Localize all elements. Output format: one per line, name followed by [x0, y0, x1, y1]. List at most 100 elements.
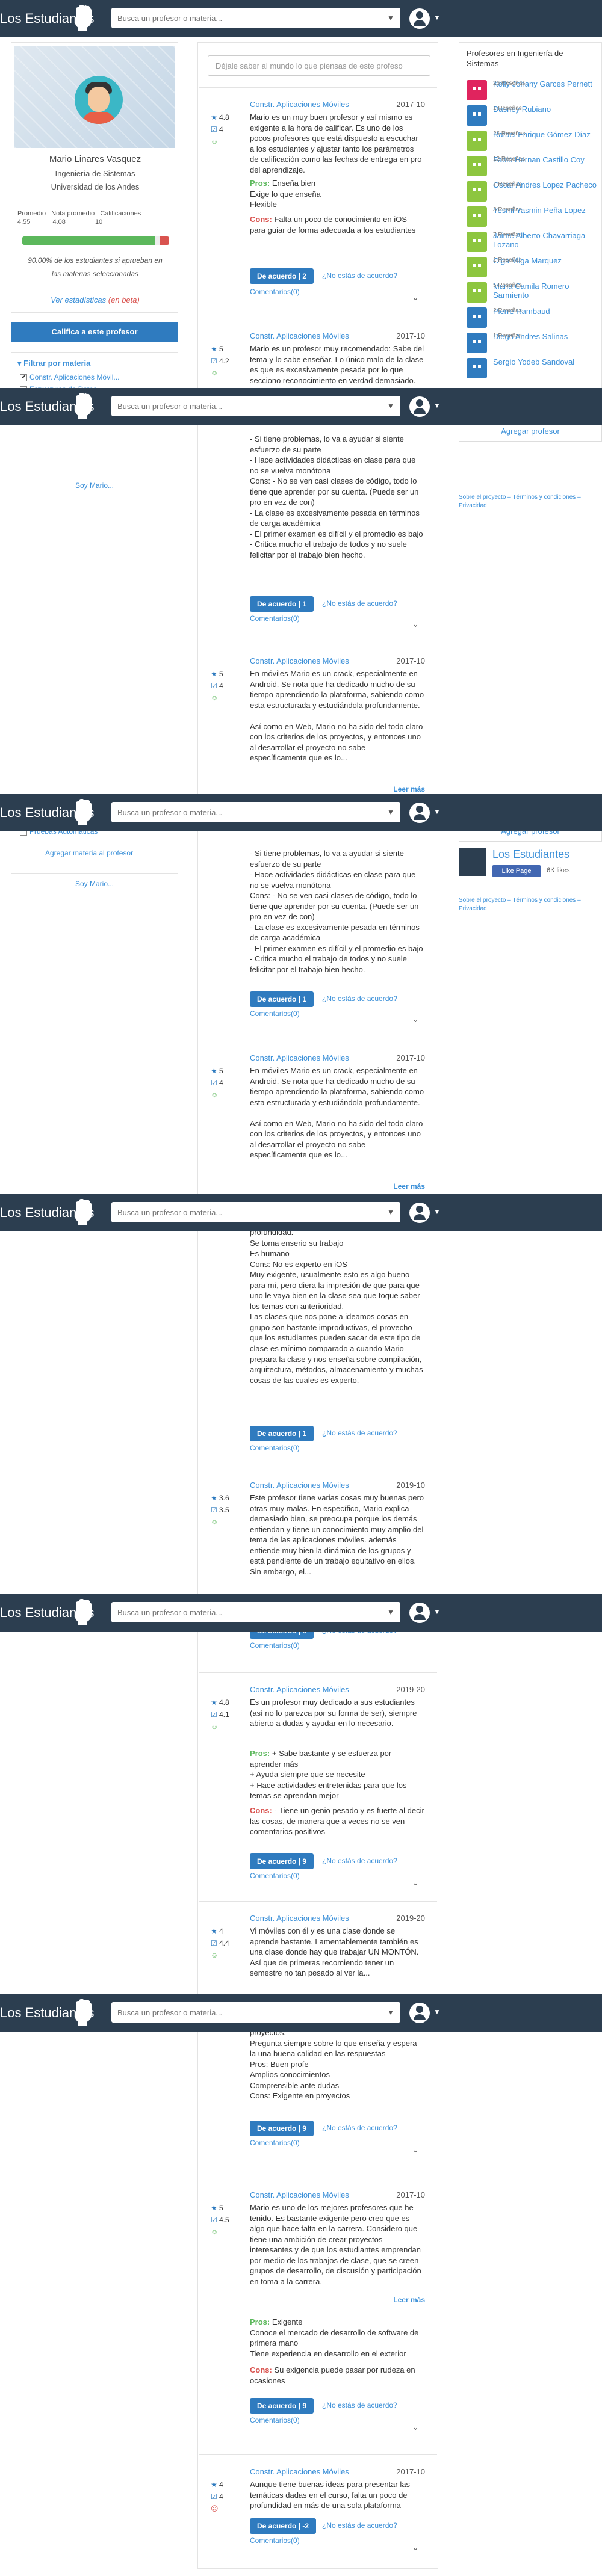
filter-option[interactable]: Constr. Aplicaciones Móvil...: [29, 373, 119, 381]
disagree-link[interactable]: ¿No estás de acuerdo?: [322, 1857, 397, 1865]
search-input[interactable]: [111, 1202, 376, 1222]
chevron-down-icon[interactable]: ⌄: [412, 2145, 419, 2155]
professor-university: Universidad de los Andes: [51, 182, 140, 191]
review-course[interactable]: Constr. Aplicaciones Móviles: [250, 2467, 349, 2476]
professor-face-icon: [467, 232, 487, 252]
user-avatar-icon[interactable]: [409, 2003, 430, 2023]
footer-links[interactable]: Sobre el proyecto – Términos y condicion…: [459, 493, 591, 510]
user-avatar-icon[interactable]: [409, 803, 430, 823]
search-dropdown-icon[interactable]: ▼: [387, 808, 394, 816]
sidebar-professor-reviews: 1 Reseñas: [493, 333, 522, 339]
review-course[interactable]: Constr. Aplicaciones Móviles: [250, 1914, 349, 1923]
star-icon: ★: [211, 670, 217, 678]
search-dropdown-icon[interactable]: ▼: [387, 14, 394, 22]
search-input[interactable]: [111, 1602, 376, 1622]
disagree-link[interactable]: ¿No estás de acuerdo?: [322, 2124, 397, 2132]
chevron-down-icon[interactable]: ⌄: [412, 619, 419, 629]
review-course[interactable]: Constr. Aplicaciones Móviles: [250, 656, 349, 665]
review-course[interactable]: Constr. Aplicaciones Móviles: [250, 1053, 349, 1062]
rate-professor-button[interactable]: Califica a este profesor: [11, 322, 178, 342]
review-course[interactable]: Constr. Aplicaciones Móviles: [250, 2190, 349, 2199]
agree-button[interactable]: De acuerdo | 9: [250, 2121, 314, 2136]
agree-button[interactable]: De acuerdo | 2: [250, 268, 314, 284]
user-menu-caret-icon[interactable]: ▼: [433, 807, 441, 816]
chevron-down-icon[interactable]: ⌄: [412, 2542, 419, 2553]
disagree-link[interactable]: ¿No estás de acuerdo?: [322, 2521, 397, 2530]
comments-link[interactable]: Comentarios(0): [250, 2139, 300, 2147]
agree-button[interactable]: De acuerdo | -2: [250, 2518, 317, 2534]
comments-link[interactable]: Comentarios(0): [250, 2536, 300, 2545]
comments-link[interactable]: Comentarios(0): [250, 288, 300, 296]
search-box[interactable]: ▼: [111, 802, 400, 822]
filter-checkbox[interactable]: [20, 373, 27, 381]
disagree-link[interactable]: ¿No estás de acuerdo?: [322, 599, 397, 608]
user-avatar-icon[interactable]: [409, 1603, 430, 1623]
sidebar-professor-name[interactable]: Sergio Yodeb Sandoval: [493, 357, 601, 367]
facebook-like-button[interactable]: Like Page: [492, 865, 541, 877]
post-input[interactable]: Déjale saber al mundo lo que piensas de …: [208, 55, 430, 76]
disagree-link[interactable]: ¿No estás de acuerdo?: [322, 2401, 397, 2409]
user-menu-caret-icon[interactable]: ▼: [433, 1607, 441, 1616]
about-link[interactable]: Soy Mario...: [11, 481, 178, 490]
top-navbar: Los Estudiantes▼▼: [0, 388, 602, 425]
search-box[interactable]: ▼: [111, 396, 400, 416]
chevron-down-icon[interactable]: ⌄: [412, 1014, 419, 1025]
facebook-page-name[interactable]: Los Estudiantes: [492, 848, 569, 861]
user-avatar-icon[interactable]: [409, 1203, 430, 1223]
read-more-link[interactable]: Leer más: [393, 785, 425, 793]
comments-link[interactable]: Comentarios(0): [250, 2416, 300, 2424]
comments-link[interactable]: Comentarios(0): [250, 1009, 300, 1018]
comments-link[interactable]: Comentarios(0): [250, 1444, 300, 1452]
agree-button[interactable]: De acuerdo | 9: [250, 2398, 314, 2414]
search-dropdown-icon[interactable]: ▼: [387, 1208, 394, 1216]
user-menu-caret-icon[interactable]: ▼: [433, 2007, 441, 2016]
chevron-down-icon[interactable]: ⌄: [412, 1878, 419, 1888]
user-avatar-icon[interactable]: [409, 396, 430, 417]
add-subject-link[interactable]: Agregar materia al profesor: [45, 849, 133, 857]
disagree-link[interactable]: ¿No estás de acuerdo?: [322, 1429, 397, 1437]
search-box[interactable]: ▼: [111, 8, 400, 28]
search-box[interactable]: ▼: [111, 1602, 400, 1622]
agree-button[interactable]: De acuerdo | 9: [250, 1853, 314, 1869]
search-input[interactable]: [111, 2002, 376, 2023]
fist-logo-icon[interactable]: [71, 1198, 95, 1227]
search-input[interactable]: [111, 396, 376, 416]
comments-link[interactable]: Comentarios(0): [250, 1872, 300, 1880]
review-course[interactable]: Constr. Aplicaciones Móviles: [250, 1481, 349, 1490]
user-menu-caret-icon[interactable]: ▼: [433, 401, 441, 410]
search-input[interactable]: [111, 802, 376, 822]
read-more-link[interactable]: Leer más: [393, 1182, 425, 1191]
fist-logo-icon[interactable]: [71, 798, 95, 827]
user-menu-caret-icon[interactable]: ▼: [433, 1207, 441, 1216]
chevron-down-icon[interactable]: ⌄: [412, 2422, 419, 2432]
agree-button[interactable]: De acuerdo | 1: [250, 1426, 314, 1441]
agree-button[interactable]: De acuerdo | 1: [250, 596, 314, 612]
disagree-link[interactable]: ¿No estás de acuerdo?: [322, 271, 397, 280]
about-link[interactable]: Soy Mario...: [11, 880, 178, 888]
read-more-link[interactable]: Leer más: [393, 2296, 425, 2304]
review-course[interactable]: Constr. Aplicaciones Móviles: [250, 331, 349, 340]
chevron-down-icon[interactable]: ⌄: [412, 292, 419, 303]
search-box[interactable]: ▼: [111, 1202, 400, 1222]
search-box[interactable]: ▼: [111, 2002, 400, 2023]
beta-badge: (en beta): [108, 295, 140, 304]
stats-link[interactable]: Ver estadísticas: [51, 295, 106, 304]
fist-logo-icon[interactable]: [71, 392, 95, 421]
user-menu-caret-icon[interactable]: ▼: [433, 13, 441, 22]
review-scores: ★ 4 ☑ 4.4 ☺: [211, 1927, 229, 1959]
review-course[interactable]: Constr. Aplicaciones Móviles: [250, 100, 349, 109]
fist-logo-icon[interactable]: [71, 1598, 95, 1627]
search-dropdown-icon[interactable]: ▼: [387, 402, 394, 410]
comments-link[interactable]: Comentarios(0): [250, 614, 300, 623]
search-dropdown-icon[interactable]: ▼: [387, 1608, 394, 1616]
disagree-link[interactable]: ¿No estás de acuerdo?: [322, 994, 397, 1003]
search-dropdown-icon[interactable]: ▼: [387, 2008, 394, 2017]
user-avatar-icon[interactable]: [409, 8, 430, 29]
fist-logo-icon[interactable]: [71, 1998, 95, 2027]
search-input[interactable]: [111, 8, 376, 28]
fist-logo-icon[interactable]: [71, 4, 95, 32]
agree-button[interactable]: De acuerdo | 1: [250, 991, 314, 1007]
review-course[interactable]: Constr. Aplicaciones Móviles: [250, 1685, 349, 1694]
footer-links[interactable]: Sobre el proyecto – Términos y condicion…: [459, 896, 591, 913]
comments-link[interactable]: Comentarios(0): [250, 1641, 300, 1650]
